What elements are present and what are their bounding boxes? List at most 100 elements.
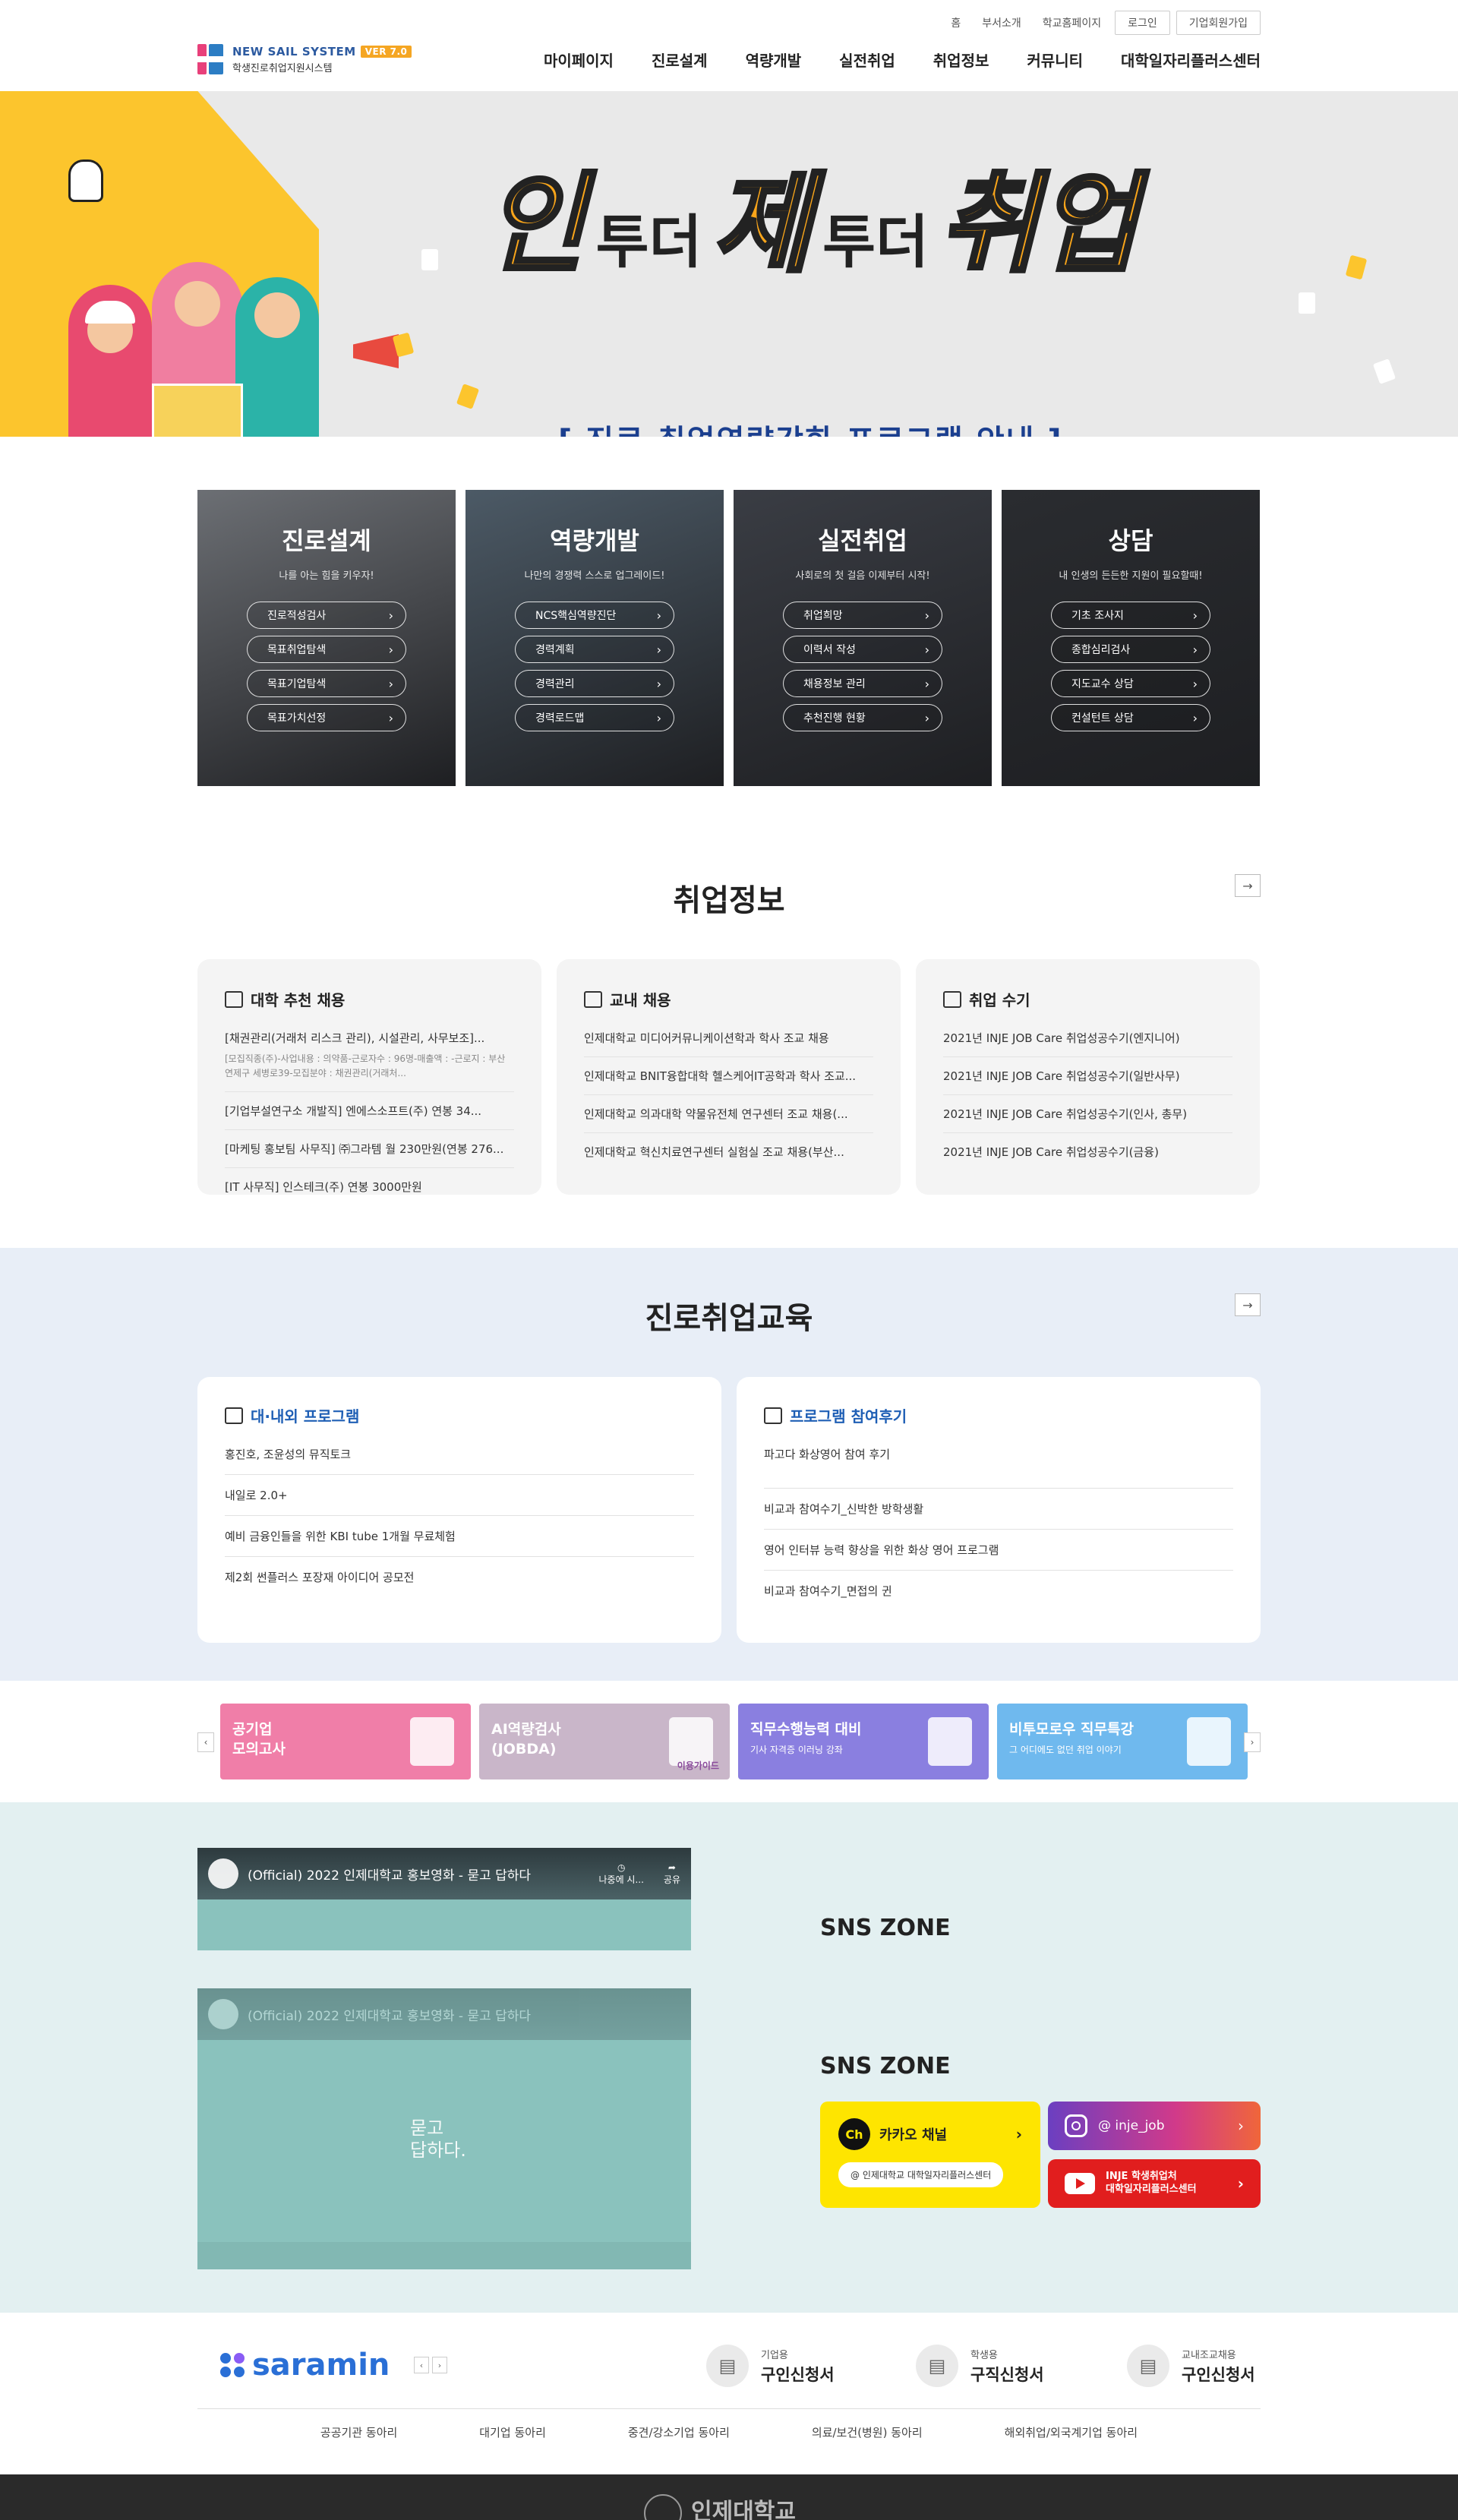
video-title[interactable]: (Official) 2022 인제대학교 홍보영화 - 묻고 답하다 xyxy=(248,1865,531,1884)
youtube-button[interactable]: INJE 학생취업처 대학일자리플러스센터 › xyxy=(1048,2159,1261,2208)
club-link[interactable]: 의료/보건(병원) 동아리 xyxy=(812,2424,923,2440)
card-title: 취업 수기 xyxy=(969,991,1030,1009)
quick-link[interactable]: 이력서 작성 › xyxy=(783,636,942,663)
quick-link[interactable]: 목표취업탐색 › xyxy=(247,636,406,663)
video-player[interactable]: (Official) 2022 인제대학교 홍보영화 - 묻고 답하다 ◷ 나중에… xyxy=(197,1848,691,1950)
nav-community[interactable]: 커뮤니티 xyxy=(1027,49,1083,71)
banner-public-mock-exam[interactable]: 공기업 모의고사 xyxy=(220,1704,471,1779)
instagram-button[interactable]: @ inje_job › xyxy=(1048,2102,1261,2150)
login-button[interactable]: 로그인 xyxy=(1115,11,1170,35)
nav-job-plus-center[interactable]: 대학일자리플러스센터 xyxy=(1121,49,1261,71)
club-links: 공공기관 동아리 대기업 동아리 중견/강소기업 동아리 의료/보건(병원) 동… xyxy=(197,2408,1261,2440)
list-item[interactable]: [마케팅 홍보팀 사무직] ㈜그라템 월 230만원(연봉 276... xyxy=(225,1130,514,1169)
document-icon: ▤ xyxy=(706,2345,749,2387)
list-item[interactable]: 내일로 2.0+ xyxy=(225,1475,694,1516)
hero-word-in: 인 xyxy=(484,162,588,287)
request-student[interactable]: ▤ 학생용 구직신청서 xyxy=(916,2345,1044,2387)
banner-job-skill[interactable]: 직무수행능력 대비 기사 자격증 이러닝 강좌 xyxy=(738,1704,989,1779)
quick-link[interactable]: 경력계획 › xyxy=(515,636,674,663)
banner-prev-button[interactable]: ‹ xyxy=(197,1732,214,1752)
list-item[interactable]: 인제대학교 미디어커뮤니케이션학과 학사 조교 채용 xyxy=(584,1030,873,1057)
quick-link[interactable]: 채용정보 관리 › xyxy=(783,670,942,697)
quick-link[interactable]: 목표가치선정 › xyxy=(247,704,406,731)
club-link[interactable]: 해외취업/외국계기업 동아리 xyxy=(1005,2424,1138,2440)
list-item[interactable]: 인제대학교 혁신치료연구센터 실험실 조교 채용(부산... xyxy=(584,1133,873,1170)
list-item[interactable]: 2021년 INJE JOB Care 취업성공수기(인사, 총무) xyxy=(943,1095,1232,1133)
list-item[interactable]: 비교과 참여수기_신박한 방학생활 xyxy=(764,1489,1233,1530)
saramin-prev-button[interactable]: ‹ xyxy=(414,2357,429,2373)
list-item[interactable]: [채권관리(거래처 리스크 관리), 시설관리, 사무보조]... [모집직종(주… xyxy=(225,1030,514,1093)
chevron-right-icon: › xyxy=(656,642,661,657)
edu-more-button[interactable]: → xyxy=(1235,1293,1261,1316)
list-item[interactable]: 홍진호, 조윤성의 뮤직토크 xyxy=(225,1446,694,1475)
banner-ai-test[interactable]: AI역량검사 (JOBDA) 이용가이드 xyxy=(479,1704,730,1779)
list-item[interactable]: 영어 인터뷰 능력 향상을 위한 화상 영어 프로그램 xyxy=(764,1530,1233,1571)
share-button[interactable]: ➦ 공유 xyxy=(664,1862,680,1886)
quick-link[interactable]: 종합심리검사 › xyxy=(1051,636,1210,663)
item-detail: [모집직종(주)-사업내용 : 의약품-근로자수 : 96명-매출액 : -근로… xyxy=(225,1053,506,1079)
list-item[interactable]: 2021년 INJE JOB Care 취업성공수기(금융) xyxy=(943,1133,1232,1170)
list-item[interactable]: 2021년 INJE JOB Care 취업성공수기(일반사무) xyxy=(943,1057,1232,1095)
chevron-right-icon: › xyxy=(1192,710,1198,725)
chevron-right-icon: › xyxy=(1015,2125,1022,2143)
util-school-link[interactable]: 학교홈페이지 xyxy=(1035,15,1109,30)
main-nav: 마이페이지 진로설계 역량개발 실전취업 취업정보 커뮤니티 대학일자리플러스센… xyxy=(544,49,1261,71)
hero-word-job: 취업 xyxy=(937,162,1139,287)
request-assistant[interactable]: ▤ 교내조교채용 구인신청서 xyxy=(1127,2345,1255,2387)
hero-banner[interactable]: 인 투더 제 투더 취업 [ 진로·취업역량강화 프로그램 안내 ] xyxy=(0,91,1458,437)
confetti-icon xyxy=(456,384,480,409)
list-item[interactable]: 인제대학교 의과대학 약물유전체 연구센터 조교 채용(... xyxy=(584,1095,873,1133)
list-item[interactable]: 비교과 참여수기_면접의 귄 xyxy=(764,1571,1233,1611)
quick-link[interactable]: 진로적성검사 › xyxy=(247,602,406,629)
laptop-play-icon xyxy=(928,1717,972,1766)
hero-subtitle: [ 진로·취업역량강화 프로그램 안내 ] xyxy=(558,416,1063,437)
logo-mark-icon xyxy=(197,44,223,74)
list-item[interactable]: [기업부설연구소 개발직] 엔에스소프트(주) 연봉 34... xyxy=(225,1092,514,1131)
list-item[interactable]: 2021년 INJE JOB Care 취업성공수기(엔지니어) xyxy=(943,1030,1232,1057)
nav-job-info[interactable]: 취업정보 xyxy=(933,49,989,71)
saramin-logo[interactable]: saramin xyxy=(220,2348,390,2383)
video-controls[interactable] xyxy=(197,2242,691,2269)
site-header: 홈 부서소개 학교홈페이지 로그인 기업회원가입 NEW SAIL SYSTEM… xyxy=(0,0,1458,91)
card-title: 프로그램 참여후기 xyxy=(790,1407,907,1426)
confetti-icon xyxy=(421,249,438,270)
club-link[interactable]: 중견/강소기업 동아리 xyxy=(628,2424,730,2440)
quick-link[interactable]: 경력관리 › xyxy=(515,670,674,697)
club-link[interactable]: 대기업 동아리 xyxy=(479,2424,546,2440)
list-item[interactable]: [IT 사무직] 인스테크(주) 연봉 3000만원 xyxy=(225,1168,514,1205)
chevron-right-icon: › xyxy=(924,710,929,725)
quick-link[interactable]: 기초 조사지 › xyxy=(1051,602,1210,629)
logo-subtitle: 학생진로취업지원시스템 xyxy=(232,62,333,74)
list-item[interactable]: 예비 금융인들을 위한 KBI tube 1개월 무료체험 xyxy=(225,1516,694,1557)
watch-later-button[interactable]: ◷ 나중에 시... xyxy=(598,1862,643,1886)
util-dept-link[interactable]: 부서소개 xyxy=(974,15,1029,30)
company-join-button[interactable]: 기업회원가입 xyxy=(1176,11,1261,35)
club-link[interactable]: 공공기관 동아리 xyxy=(320,2424,397,2440)
nav-career-design[interactable]: 진로설계 xyxy=(652,49,708,71)
quick-link[interactable]: 취업희망 › xyxy=(783,602,942,629)
quick-link[interactable]: 컨설턴트 상담 › xyxy=(1051,704,1210,731)
channel-logo-icon xyxy=(208,1999,238,2029)
quick-link[interactable]: 경력로드맵 › xyxy=(515,704,674,731)
flag-icon xyxy=(225,1407,243,1424)
saramin-nav: ‹ › xyxy=(414,2357,447,2373)
quick-link[interactable]: 추천진행 현황 › xyxy=(783,704,942,731)
quick-link[interactable]: NCS핵심역량진단 › xyxy=(515,602,674,629)
util-home-link[interactable]: 홈 xyxy=(943,15,968,30)
list-item[interactable]: 파고다 화상영어 참여 후기 xyxy=(764,1446,1233,1489)
job-info-more-button[interactable]: → xyxy=(1235,874,1261,897)
nav-mypage[interactable]: 마이페이지 xyxy=(544,49,614,71)
quick-link[interactable]: 목표기업탐색 › xyxy=(247,670,406,697)
quick-link[interactable]: 지도교수 상담 › xyxy=(1051,670,1210,697)
list-item[interactable]: 인제대학교 BNIT융합대학 헬스케어IT공학과 학사 조교... xyxy=(584,1057,873,1095)
saramin-next-button[interactable]: › xyxy=(432,2357,447,2373)
banner-next-button[interactable]: › xyxy=(1244,1732,1261,1752)
site-logo[interactable]: NEW SAIL SYSTEM VER 7.0 학생진로취업지원시스템 xyxy=(197,44,412,74)
list-item[interactable]: 제2회 썬플러스 포장재 아이디어 공모전 xyxy=(225,1557,694,1597)
kakao-channel-button[interactable]: Ch 카카오 채널 › @ 인제대학교 대학일자리플러스센터 xyxy=(820,2102,1040,2208)
video-player-faded[interactable]: (Official) 2022 인제대학교 홍보영화 - 묻고 답하다 묻고 답… xyxy=(197,1988,691,2269)
nav-practical-job[interactable]: 실전취업 xyxy=(839,49,895,71)
nav-competency[interactable]: 역량개발 xyxy=(746,49,802,71)
request-corp[interactable]: ▤ 기업용 구인신청서 xyxy=(706,2345,835,2387)
banner-job-lecture[interactable]: 비투모로우 직무특강 그 어디에도 없던 취업 이야기 xyxy=(997,1704,1248,1779)
